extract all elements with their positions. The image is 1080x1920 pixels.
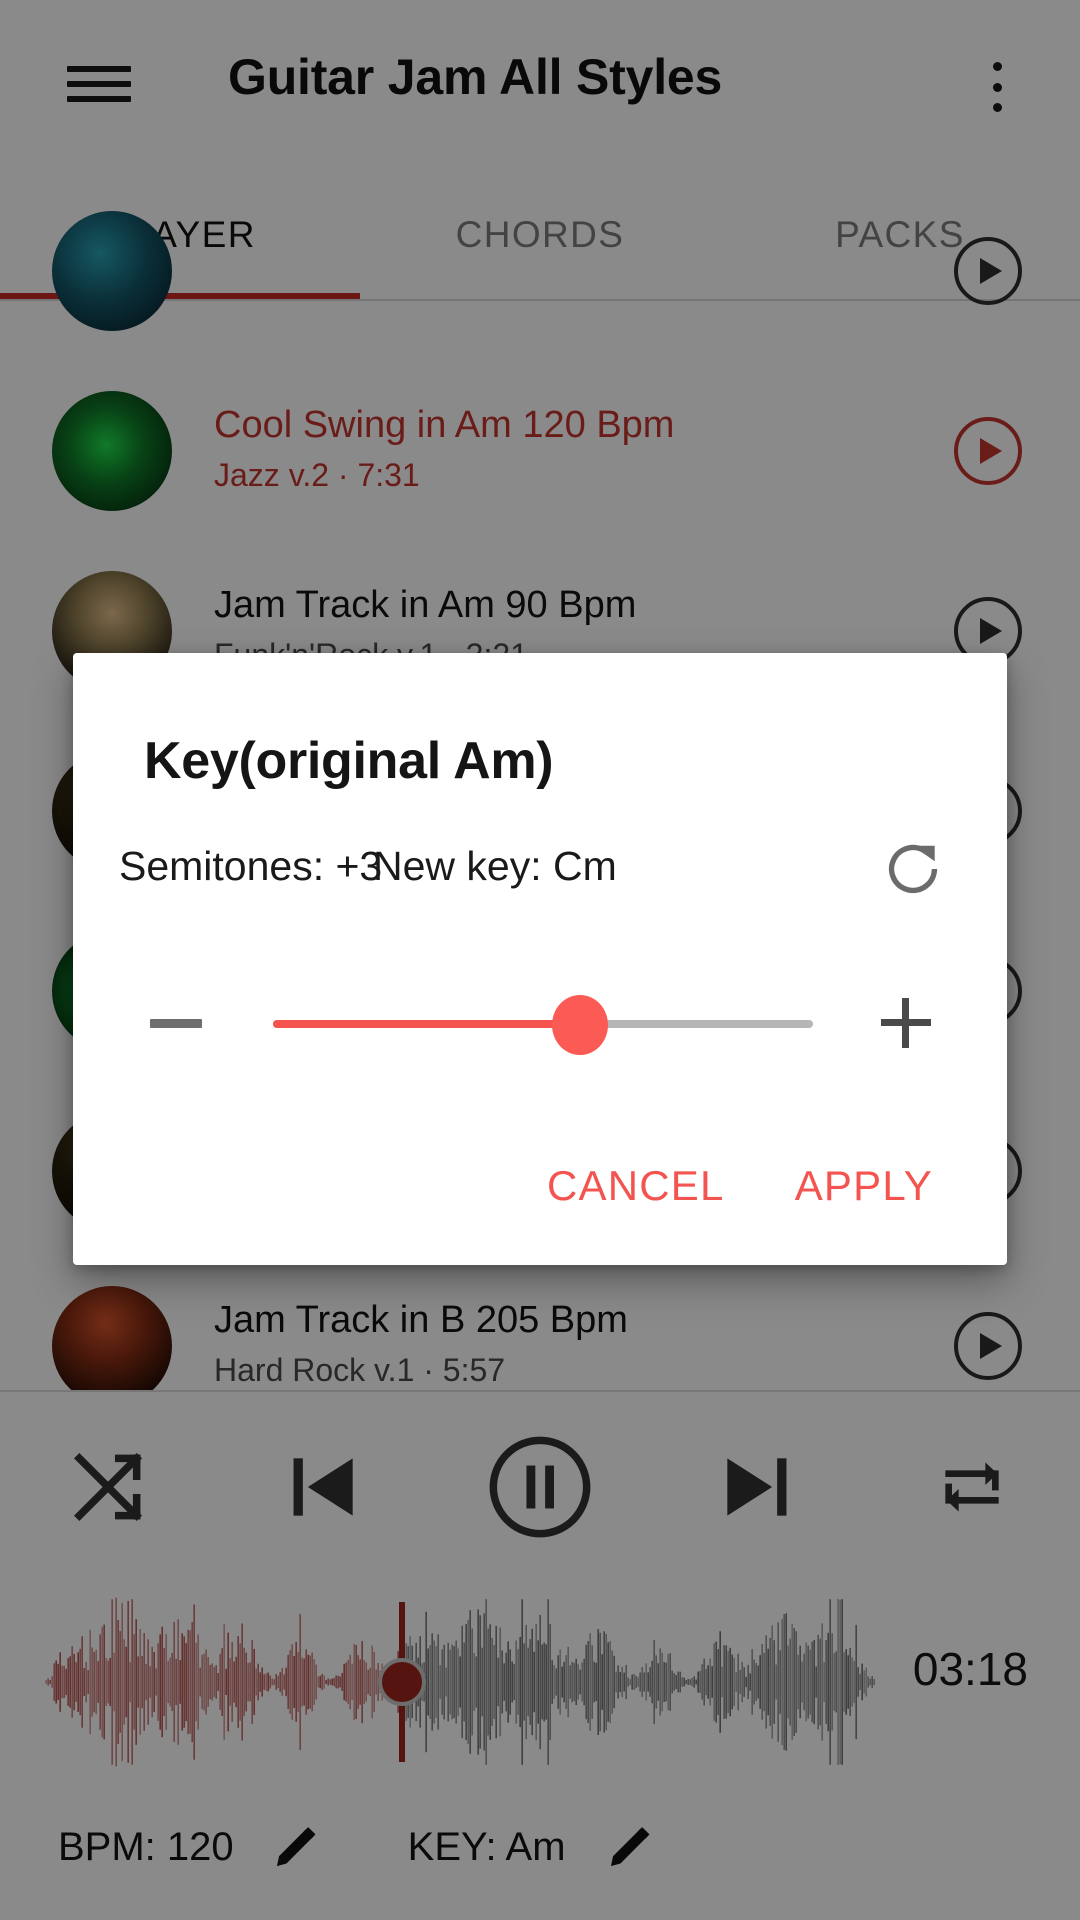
refresh-reset-icon[interactable] <box>875 831 951 907</box>
slider-thumb[interactable] <box>552 995 608 1055</box>
cancel-button[interactable]: CANCEL <box>531 1131 741 1241</box>
dialog-info-row: Semitones: +3 New key: Cm <box>73 843 1007 913</box>
dialog-title: Key(original Am) <box>144 732 554 790</box>
slider-fill <box>273 1020 580 1028</box>
semitone-slider[interactable] <box>273 968 813 1078</box>
apply-button[interactable]: APPLY <box>779 1131 949 1241</box>
dialog-actions: CANCEL APPLY <box>73 1131 1007 1241</box>
semitones-value: Semitones: +3 <box>119 843 383 889</box>
key-transpose-dialog: Key(original Am) Semitones: +3 New key: … <box>73 653 1007 1265</box>
plus-icon[interactable] <box>851 968 961 1078</box>
minus-icon[interactable] <box>121 968 231 1078</box>
app-root: Guitar Jam All Styles PLAYER CHORDS PACK… <box>0 0 1080 1920</box>
new-key-value: New key: Cm <box>373 843 617 889</box>
semitone-stepper-row <box>73 968 1007 1078</box>
